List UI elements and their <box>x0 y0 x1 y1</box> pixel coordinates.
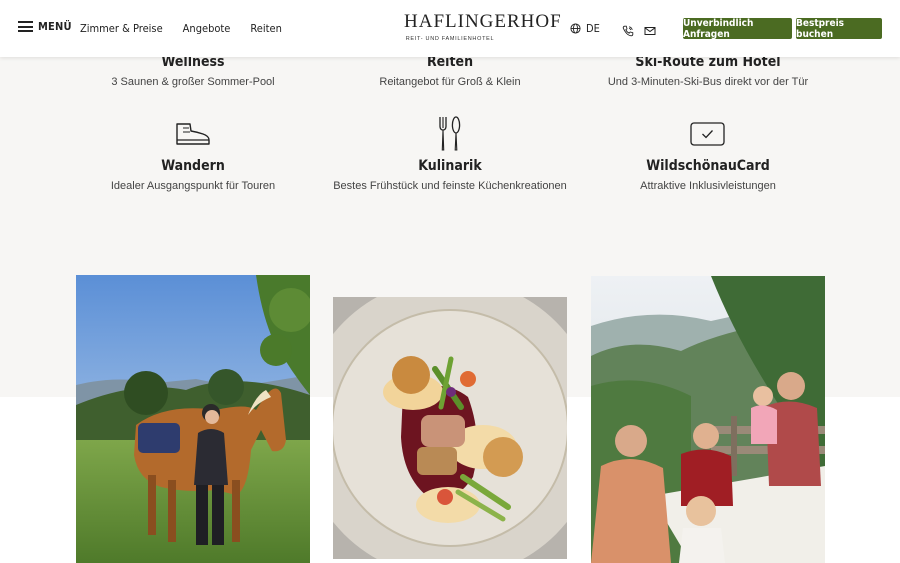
feature-desc: Attraktive Inklusivleistungen <box>640 180 776 192</box>
feature-desc: Reitangebot für Groß & Klein <box>379 76 521 88</box>
feature-wildschoenaucard: WildschönauCard Attraktive Inklusivleist… <box>558 157 858 192</box>
logo-wordmark: HAFLINGERHOF <box>404 11 562 32</box>
photo-culinary-dish <box>333 297 567 559</box>
inquiry-button[interactable]: Unverbindlich Anfragen <box>683 18 792 40</box>
language-switcher[interactable]: DE <box>570 22 600 35</box>
feature-desc: Idealer Ausgangspunkt für Touren <box>110 180 276 192</box>
cutlery-icon <box>439 116 461 151</box>
feature-reiten: Reiten Reitangebot für Groß & Klein <box>300 53 600 88</box>
main-nav: Zimmer & Preise Angebote Reiten <box>80 22 282 35</box>
hiking-boot-icon <box>176 123 210 145</box>
photo-family-mountains <box>591 276 825 563</box>
menu-label: MENÜ <box>38 20 72 33</box>
feature-title: WildschönauCard <box>646 158 770 174</box>
nav-angebote[interactable]: Angebote <box>183 22 231 35</box>
feature-desc: Und 3-Minuten-Ski-Bus direkt vor der Tür <box>607 76 809 88</box>
nav-zimmer-preise[interactable]: Zimmer & Preise <box>80 22 163 35</box>
logo[interactable]: HAFLINGERHOF REIT- UND FAMILIENHOTEL <box>404 11 562 43</box>
mail-button[interactable] <box>644 22 656 41</box>
phone-button[interactable] <box>622 22 634 41</box>
feature-title: Wandern <box>161 158 225 174</box>
hamburger-icon <box>18 21 33 32</box>
photo-horse-rider <box>76 275 310 563</box>
feature-kulinarik: Kulinarik Bestes Frühstück und feinste K… <box>300 157 600 192</box>
mail-icon <box>644 27 656 35</box>
menu-button[interactable]: MENÜ <box>18 20 72 33</box>
globe-icon <box>570 23 581 34</box>
feature-wandern: Wandern Idealer Ausgangspunkt für Touren <box>43 157 343 192</box>
feature-title: Kulinarik <box>418 158 482 174</box>
nav-reiten[interactable]: Reiten <box>250 22 281 35</box>
site-header: MENÜ Zimmer & Preise Angebote Reiten HAF… <box>0 0 900 57</box>
logo-tagline: REIT- UND FAMILIENHOTEL <box>405 36 495 42</box>
feature-desc: 3 Saunen & großer Sommer-Pool <box>111 76 275 88</box>
book-button[interactable]: Bestpreis buchen <box>796 18 882 40</box>
card-check-icon <box>690 122 725 146</box>
feature-ski-route: Ski-Route zum Hotel Und 3-Minuten-Ski-Bu… <box>558 53 858 88</box>
language-label: DE <box>586 22 600 35</box>
feature-wellness: Wellness 3 Saunen & großer Sommer-Pool <box>43 53 343 88</box>
phone-icon <box>622 25 634 37</box>
feature-desc: Bestes Frühstück und feinste Küchenkreat… <box>333 180 567 192</box>
